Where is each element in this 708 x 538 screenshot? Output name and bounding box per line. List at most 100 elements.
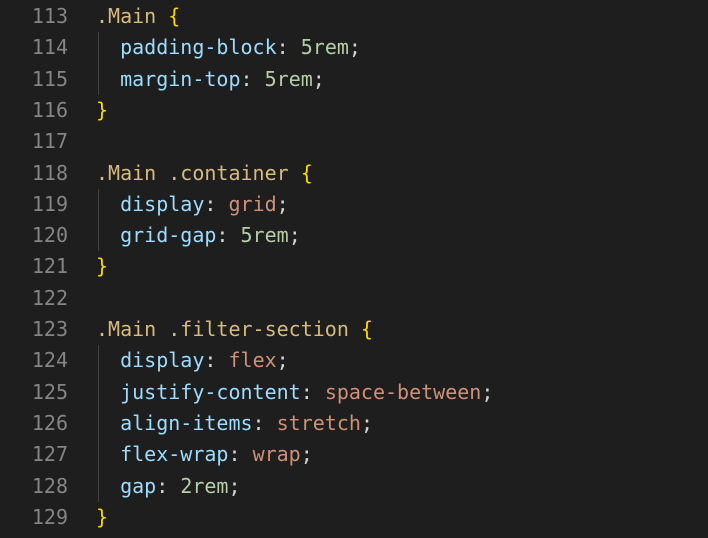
code-line[interactable]: 119 display: grid; (0, 189, 708, 220)
punctuation (349, 317, 361, 341)
punctuation: : (300, 379, 325, 404)
line-code: margin-top: 5rem; (96, 64, 325, 95)
line-number: 121 (31, 254, 68, 279)
punctuation (96, 67, 120, 91)
code-line[interactable]: 113 .Main { (0, 1, 708, 32)
indent-guide (98, 32, 99, 95)
code-line[interactable]: 126 align-items: stretch; (0, 408, 708, 439)
css-property: padding-block (120, 35, 277, 60)
line-code: grid-gap: 5rem; (96, 220, 301, 251)
line-code: } (96, 502, 108, 533)
line-code: .Main { (96, 1, 180, 32)
line-code: justify-content: space-between; (96, 377, 493, 408)
brace: { (300, 160, 313, 185)
css-property: flex-wrap (120, 442, 229, 467)
numeric-value: 5rem (300, 35, 349, 60)
brace: } (96, 97, 109, 122)
code-line[interactable]: 118 .Main .container { (0, 158, 708, 189)
brace: { (168, 4, 181, 28)
numeric-value: 5rem (240, 223, 289, 248)
punctuation (156, 4, 168, 28)
punctuation: : (216, 223, 241, 248)
line-number: 124 (31, 348, 68, 373)
numeric-value: 2rem (180, 473, 229, 498)
numeric-value: 5rem (264, 66, 313, 91)
punctuation: ; (348, 35, 361, 60)
css-property: display (120, 191, 205, 216)
punctuation: : (204, 191, 229, 216)
punctuation: : (276, 35, 301, 60)
punctuation: : (252, 410, 277, 435)
line-code: .Main .container { (96, 158, 313, 189)
punctuation (96, 348, 120, 372)
indent-guide (98, 345, 99, 502)
line-code: .Main .filter-section { (96, 314, 373, 345)
punctuation (96, 223, 120, 247)
punctuation: ; (360, 410, 373, 435)
code-line[interactable]: 123 .Main .filter-section { (0, 314, 708, 345)
keyword-value: flex (228, 348, 277, 373)
punctuation: ; (228, 473, 241, 498)
line-code: } (96, 251, 108, 282)
punctuation: ; (312, 66, 325, 91)
punctuation (96, 411, 120, 435)
line-code: display: flex; (96, 345, 289, 376)
line-number: 114 (31, 35, 68, 60)
code-line[interactable]: 125 justify-content: space-between; (0, 377, 708, 408)
line-code: padding-block: 5rem; (96, 32, 361, 63)
line-number: 117 (31, 129, 68, 154)
punctuation: : (228, 442, 253, 467)
code-line[interactable]: 115 margin-top: 5rem; (0, 64, 708, 95)
css-property: display (120, 348, 205, 373)
punctuation (96, 35, 120, 59)
line-number: 116 (31, 97, 68, 122)
keyword-value: wrap (252, 442, 301, 467)
line-code: align-items: stretch; (96, 408, 373, 439)
code-line[interactable]: 120 grid-gap: 5rem; (0, 220, 708, 251)
punctuation: : (240, 66, 265, 91)
keyword-value: grid (228, 191, 277, 216)
punctuation (96, 380, 120, 404)
line-code: gap: 2rem; (96, 471, 241, 502)
css-selector: .Main .filter-section (96, 317, 349, 341)
punctuation: ; (300, 442, 313, 467)
css-property: gap (120, 473, 157, 498)
brace: } (96, 504, 109, 529)
code-line[interactable]: 117 (0, 126, 708, 157)
code-line[interactable]: 124 display: flex; (0, 345, 708, 376)
punctuation: ; (276, 191, 289, 216)
line-number: 129 (31, 504, 68, 529)
punctuation: ; (276, 348, 289, 373)
line-number: 113 (31, 4, 68, 28)
css-property: justify-content (120, 379, 301, 404)
code-editor[interactable]: 113 .Main {114 padding-block: 5rem; 115 ma… (0, 0, 708, 538)
code-line[interactable]: 122 (0, 283, 708, 314)
line-number: 125 (31, 379, 68, 404)
code-line[interactable]: 128 gap: 2rem; (0, 471, 708, 502)
code-line[interactable]: 114 padding-block: 5rem; (0, 32, 708, 63)
css-property: grid-gap (120, 223, 217, 248)
keyword-value: space-between (324, 379, 482, 404)
line-number: 128 (31, 473, 68, 498)
code-line[interactable]: 116} (0, 95, 708, 126)
code-line[interactable]: 121} (0, 251, 708, 282)
brace: { (360, 317, 373, 341)
punctuation (96, 474, 120, 498)
css-selector: .Main .container (96, 160, 289, 185)
punctuation (289, 161, 301, 185)
line-code: flex-wrap: wrap; (96, 439, 313, 470)
line-number: 126 (31, 410, 68, 435)
code-line[interactable]: 127 flex-wrap: wrap; (0, 439, 708, 470)
css-property: align-items (120, 410, 253, 435)
line-number: 118 (31, 160, 68, 185)
line-number: 115 (31, 66, 68, 91)
brace: } (96, 254, 109, 279)
line-number: 119 (31, 191, 68, 216)
css-selector: .Main (96, 4, 157, 28)
line-number: 123 (31, 317, 68, 341)
line-number: 120 (31, 223, 68, 248)
code-line[interactable]: 129} (0, 502, 708, 533)
line-number: 122 (31, 285, 68, 310)
line-code: display: grid; (96, 189, 289, 220)
punctuation: ; (288, 223, 301, 248)
